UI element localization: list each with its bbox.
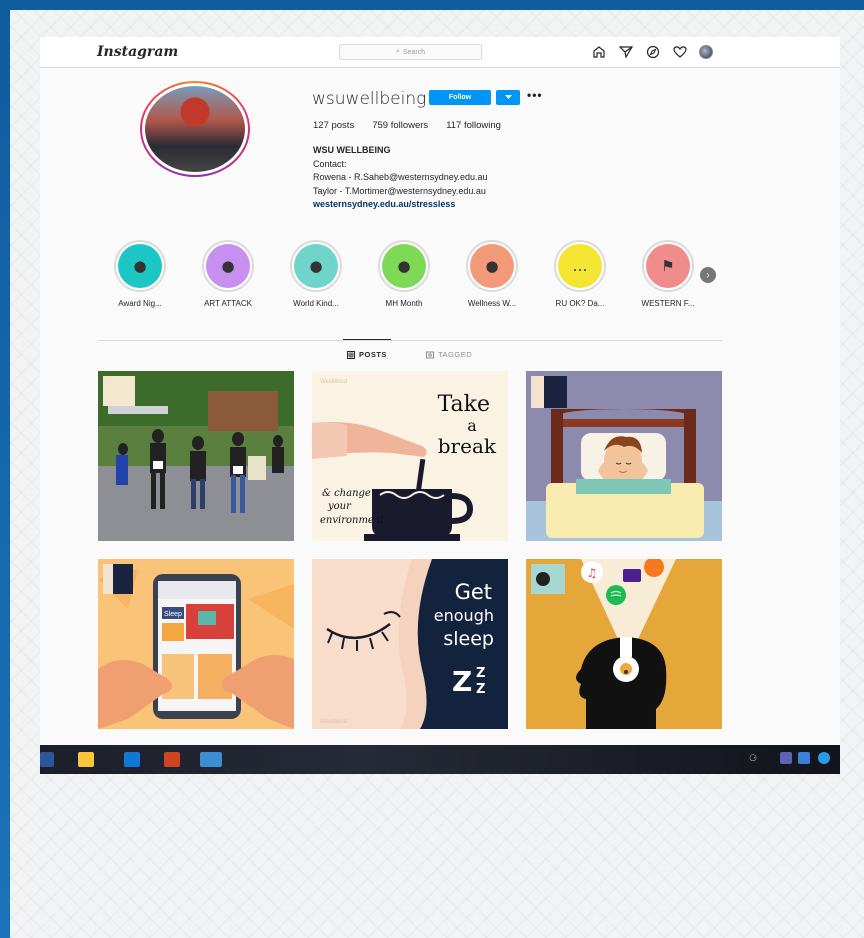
search-placeholder: Search: [402, 48, 426, 56]
post-tile-phone-app[interactable]: Sleep: [98, 559, 294, 729]
file-explorer-icon[interactable]: [78, 752, 94, 767]
bio-line: Contact:: [313, 158, 347, 169]
chevron-right-icon[interactable]: ›: [700, 267, 716, 283]
posts-count: 127 posts: [313, 120, 355, 131]
outlook-icon[interactable]: [124, 752, 140, 767]
grid-icon: [347, 350, 355, 359]
highlight-label: Wellness W...: [467, 299, 517, 308]
brand-watermark: WesMood: [320, 719, 347, 725]
bio-line: Rowena - R.Saheb@westernsydney.edu.au: [313, 172, 488, 182]
zzz-text: Z: [476, 682, 485, 697]
post-text-line: enough: [434, 606, 494, 625]
post-text-line: sleep: [443, 628, 494, 650]
post-text-line: your: [327, 501, 352, 512]
post-tile-music-head[interactable]: ♫: [526, 559, 722, 729]
post-text-line: Take: [438, 392, 490, 417]
chevron-down-icon: [504, 95, 512, 99]
highlight-label: RU OK? Da...: [555, 299, 605, 308]
tab-tagged-label: TAGGED: [438, 350, 473, 359]
browser-screenshot: Instagram ⌕ Search wsuwellbeing Follow •…: [40, 37, 840, 772]
post-text-line: break: [438, 434, 497, 458]
more-options-icon[interactable]: •••: [527, 88, 543, 102]
people-icon[interactable]: ⚆: [749, 753, 757, 764]
profile-stats: 127 posts 759 followers 117 following: [313, 120, 519, 131]
zzz-text: Z: [476, 666, 485, 681]
story-highlight[interactable]: ● World Kind...: [276, 240, 356, 308]
post-text-line: Get: [455, 580, 492, 604]
direct-message-icon[interactable]: [618, 44, 634, 60]
teams-icon[interactable]: [780, 752, 792, 764]
suggestions-dropdown-button[interactable]: [496, 90, 520, 105]
profile-avatar-icon[interactable]: [699, 45, 713, 59]
highlight-label: ART ATTACK: [204, 299, 252, 308]
post-tile-get-enough-sleep[interactable]: Get enough sleep Z Z Z WesMood: [312, 559, 508, 729]
followers-count[interactable]: 759 followers: [372, 120, 428, 131]
party-popper-icon: ●: [397, 257, 411, 275]
top-navigation: Instagram ⌕ Search: [40, 37, 840, 68]
profile-bio: WSU WELLBEING Contact: Rowena - R.Saheb@…: [313, 144, 488, 212]
tab-posts-label: POSTS: [359, 350, 387, 359]
browser-tray-icon[interactable]: [818, 752, 830, 764]
group-photo-avatar: [145, 86, 245, 172]
highlight-label: World Kind...: [293, 299, 339, 308]
story-highlight[interactable]: ⚑ WESTERN F...: [628, 240, 708, 308]
post-text-line: a: [467, 416, 477, 435]
photos-icon[interactable]: [200, 752, 222, 767]
explore-icon[interactable]: [645, 44, 661, 60]
flag-icon: ⚑: [661, 257, 675, 275]
tray-app-icon[interactable]: [798, 752, 810, 764]
hands-icon: ●: [309, 257, 323, 275]
post-text-line: & change: [322, 488, 371, 499]
svg-text:♫: ♫: [587, 566, 598, 580]
zzz-text: Z: [452, 665, 472, 698]
heart-icon[interactable]: [672, 44, 688, 60]
sneaker-icon: ●: [485, 257, 499, 275]
windows-taskbar: ⚆: [40, 745, 840, 774]
easel-icon: ●: [221, 257, 235, 275]
tabs-divider: [98, 340, 722, 341]
tab-tagged[interactable]: TAGGED: [426, 350, 472, 359]
bio-name: WSU WELLBEING: [313, 145, 391, 155]
search-input[interactable]: ⌕ Search: [339, 44, 482, 60]
post-tile-sleeping-boy[interactable]: [526, 371, 722, 541]
brand-watermark: WesMood: [320, 379, 347, 385]
search-icon: ⌕: [395, 48, 400, 55]
handshake-icon: ●: [133, 257, 147, 275]
sleep-tab-label: Sleep: [164, 611, 182, 618]
nav-icons: [591, 44, 713, 60]
profile-picture[interactable]: [140, 81, 250, 177]
story-highlight[interactable]: ● ART ATTACK: [188, 240, 268, 308]
highlight-label: MH Month: [385, 299, 423, 308]
word-icon[interactable]: [40, 752, 54, 767]
tagged-person-icon: [426, 351, 434, 358]
home-icon[interactable]: [591, 44, 607, 60]
post-tile-take-a-break[interactable]: WesMood Take a break & change your envir…: [312, 371, 508, 541]
story-highlight[interactable]: ● MH Month: [364, 240, 444, 308]
story-highlight[interactable]: ● Wellness W...: [452, 240, 532, 308]
active-tab-indicator: [343, 339, 391, 340]
story-highlight[interactable]: ● Award Nig...: [100, 240, 180, 308]
follow-button[interactable]: Follow: [429, 90, 491, 105]
bio-link[interactable]: westernsydney.edu.au/stressless: [313, 198, 488, 212]
highlight-label: Award Nig...: [118, 299, 162, 308]
tab-posts[interactable]: POSTS: [347, 350, 387, 359]
profile-username: wsuwellbeing: [312, 89, 427, 109]
instagram-logo[interactable]: Instagram: [97, 44, 178, 60]
story-highlights: ⚑ WESTERN F... … RU OK? Da... ● Wellness W...…: [100, 240, 740, 320]
following-count[interactable]: 117 following: [446, 120, 501, 131]
bio-line: Taylor - T.Mortimer@westernsydney.edu.au: [313, 185, 486, 196]
post-text-line: environment: [320, 515, 385, 526]
speech-bubble-icon: …: [572, 257, 588, 275]
highlight-label: WESTERN F...: [641, 299, 695, 308]
powerpoint-icon[interactable]: [164, 752, 180, 767]
story-highlight[interactable]: … RU OK? Da...: [540, 240, 620, 308]
post-tile-event-photo[interactable]: [98, 371, 294, 541]
